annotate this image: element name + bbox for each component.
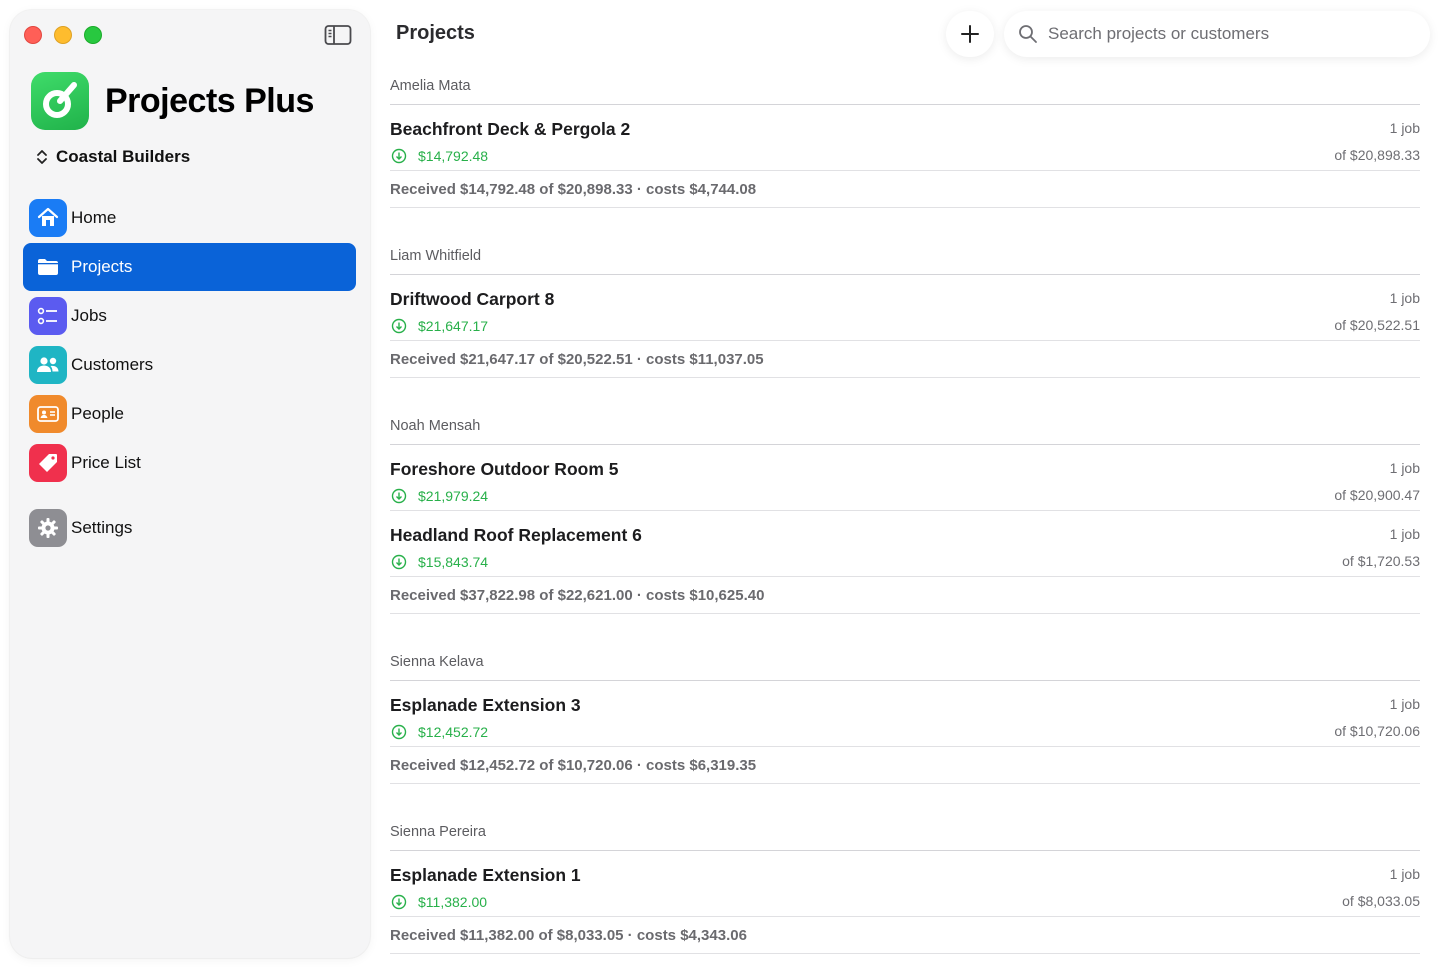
checklist-icon bbox=[29, 297, 67, 335]
arrow-down-circle-icon bbox=[391, 554, 407, 570]
project-name: Driftwood Carport 8 bbox=[390, 289, 555, 309]
group-summary: Received $21,647.17 of $20,522.51 · cost… bbox=[390, 341, 1420, 378]
project-total: of $1,720.53 bbox=[1342, 553, 1420, 569]
sidebar: Projects Plus Coastal Builders Home Proj… bbox=[10, 10, 370, 958]
paid-amount: $11,382.00 bbox=[418, 894, 488, 910]
window-controls bbox=[24, 26, 102, 44]
organization-name: Coastal Builders bbox=[56, 147, 191, 166]
sidebar-item-label: Price List bbox=[71, 453, 141, 472]
sidebar-item-home[interactable]: Home bbox=[23, 194, 356, 242]
sidebar-item-people[interactable]: People bbox=[23, 390, 356, 438]
job-count: 1 job bbox=[1389, 866, 1420, 882]
job-count: 1 job bbox=[1389, 290, 1420, 306]
group-summary: Received $12,452.72 of $10,720.06 · cost… bbox=[390, 747, 1420, 784]
sidebar-item-label: People bbox=[71, 404, 124, 423]
project-row[interactable]: Headland Roof Replacement 6 $15,843.74 1… bbox=[390, 511, 1420, 577]
project-total: of $20,522.51 bbox=[1334, 317, 1420, 333]
project-paid: $12,452.72 bbox=[390, 723, 488, 741]
sidebar-item-jobs[interactable]: Jobs bbox=[23, 292, 356, 340]
project-total: of $20,900.47 bbox=[1334, 487, 1420, 503]
folder-icon bbox=[29, 248, 67, 286]
chevron-up-down-icon bbox=[36, 148, 48, 166]
paid-amount: $15,843.74 bbox=[418, 554, 489, 570]
sidebar-item-label: Jobs bbox=[71, 306, 107, 325]
job-count: 1 job bbox=[1389, 526, 1420, 542]
zoom-window-button[interactable] bbox=[84, 26, 102, 44]
search-icon bbox=[1019, 25, 1037, 43]
project-name: Esplanade Extension 1 bbox=[390, 865, 581, 885]
minimize-window-button[interactable] bbox=[54, 26, 72, 44]
project-name: Esplanade Extension 3 bbox=[390, 695, 581, 715]
app-brand: Projects Plus bbox=[31, 72, 314, 130]
customer-group-header: Sienna Pereira bbox=[390, 814, 1420, 851]
customer-group-header: Amelia Mata bbox=[390, 68, 1420, 105]
paid-amount: $21,647.17 bbox=[418, 318, 489, 334]
job-count: 1 job bbox=[1389, 696, 1420, 712]
plus-icon bbox=[961, 25, 979, 43]
page-title: Projects bbox=[396, 22, 475, 44]
sidebar-item-label: Projects bbox=[71, 257, 133, 276]
arrow-down-circle-icon bbox=[391, 488, 407, 504]
close-window-button[interactable] bbox=[24, 26, 42, 44]
job-count: 1 job bbox=[1389, 120, 1420, 136]
paid-amount: $21,979.24 bbox=[418, 488, 489, 504]
project-row[interactable]: Driftwood Carport 8 $21,647.17 1 job of … bbox=[390, 275, 1420, 341]
app-logo-icon bbox=[31, 72, 89, 130]
job-count: 1 job bbox=[1389, 460, 1420, 476]
sidebar-item-price-list[interactable]: Price List bbox=[23, 439, 356, 487]
group-gap bbox=[390, 614, 1420, 644]
sidebar-item-label: Home bbox=[71, 208, 117, 227]
arrow-down-circle-icon bbox=[391, 318, 407, 334]
project-paid: $11,382.00 bbox=[390, 893, 487, 911]
group-gap bbox=[390, 378, 1420, 408]
project-name: Foreshore Outdoor Room 5 bbox=[390, 459, 619, 479]
customer-group-header: Liam Whitfield bbox=[390, 238, 1420, 275]
project-total: of $20,898.33 bbox=[1334, 147, 1420, 163]
nav-divider-space bbox=[23, 488, 356, 504]
sidebar-toggle-icon[interactable] bbox=[324, 24, 352, 46]
project-paid: $14,792.48 bbox=[390, 147, 488, 165]
group-summary: Received $11,382.00 of $8,033.05 · costs… bbox=[390, 917, 1420, 954]
sidebar-item-projects[interactable]: Projects bbox=[23, 243, 356, 291]
gear-icon bbox=[29, 509, 67, 547]
project-name: Beachfront Deck & Pergola 2 bbox=[390, 119, 631, 139]
project-total: of $10,720.06 bbox=[1334, 723, 1420, 739]
arrow-down-circle-icon bbox=[391, 894, 407, 910]
project-paid: $15,843.74 bbox=[390, 553, 488, 571]
search-bar[interactable] bbox=[1004, 11, 1430, 57]
paid-amount: $12,452.72 bbox=[418, 724, 489, 740]
arrow-down-circle-icon bbox=[391, 724, 407, 740]
customer-group-header: Sienna Kelava bbox=[390, 644, 1420, 681]
sidebar-item-label: Settings bbox=[71, 518, 133, 537]
id-card-icon bbox=[29, 395, 67, 433]
sidebar-item-customers[interactable]: Customers bbox=[23, 341, 356, 389]
project-list: Amelia Mata Beachfront Deck & Pergola 2 … bbox=[390, 68, 1420, 954]
project-paid: $21,979.24 bbox=[390, 487, 488, 505]
people-icon bbox=[29, 346, 67, 384]
group-summary: Received $37,822.98 of $22,621.00 · cost… bbox=[390, 577, 1420, 614]
project-row[interactable]: Esplanade Extension 3 $12,452.72 1 job o… bbox=[390, 681, 1420, 747]
project-row[interactable]: Beachfront Deck & Pergola 2 $14,792.48 1… bbox=[390, 105, 1420, 171]
main-content: Projects Amelia Mata Beachfront Deck & P… bbox=[390, 0, 1440, 969]
project-name: Headland Roof Replacement 6 bbox=[390, 525, 642, 545]
sidebar-item-settings[interactable]: Settings bbox=[23, 504, 356, 552]
app-name: Projects Plus bbox=[105, 81, 314, 120]
group-gap bbox=[390, 784, 1420, 814]
arrow-down-circle-icon bbox=[391, 148, 407, 164]
organization-switcher[interactable]: Coastal Builders bbox=[36, 147, 190, 167]
group-summary: Received $14,792.48 of $20,898.33 · cost… bbox=[390, 171, 1420, 208]
customer-group-header: Noah Mensah bbox=[390, 408, 1420, 445]
project-total: of $8,033.05 bbox=[1342, 893, 1420, 909]
add-project-button[interactable] bbox=[946, 11, 994, 57]
tag-icon bbox=[29, 444, 67, 482]
house-icon bbox=[29, 199, 67, 237]
project-row[interactable]: Foreshore Outdoor Room 5 $21,979.24 1 jo… bbox=[390, 445, 1420, 511]
group-gap bbox=[390, 208, 1420, 238]
search-input[interactable] bbox=[1048, 24, 1408, 44]
sidebar-nav: Home Projects Jobs Customers People Pric… bbox=[23, 194, 356, 553]
sidebar-item-label: Customers bbox=[71, 355, 154, 374]
project-paid: $21,647.17 bbox=[390, 317, 488, 335]
project-row[interactable]: Esplanade Extension 1 $11,382.00 1 job o… bbox=[390, 851, 1420, 917]
paid-amount: $14,792.48 bbox=[418, 148, 489, 164]
